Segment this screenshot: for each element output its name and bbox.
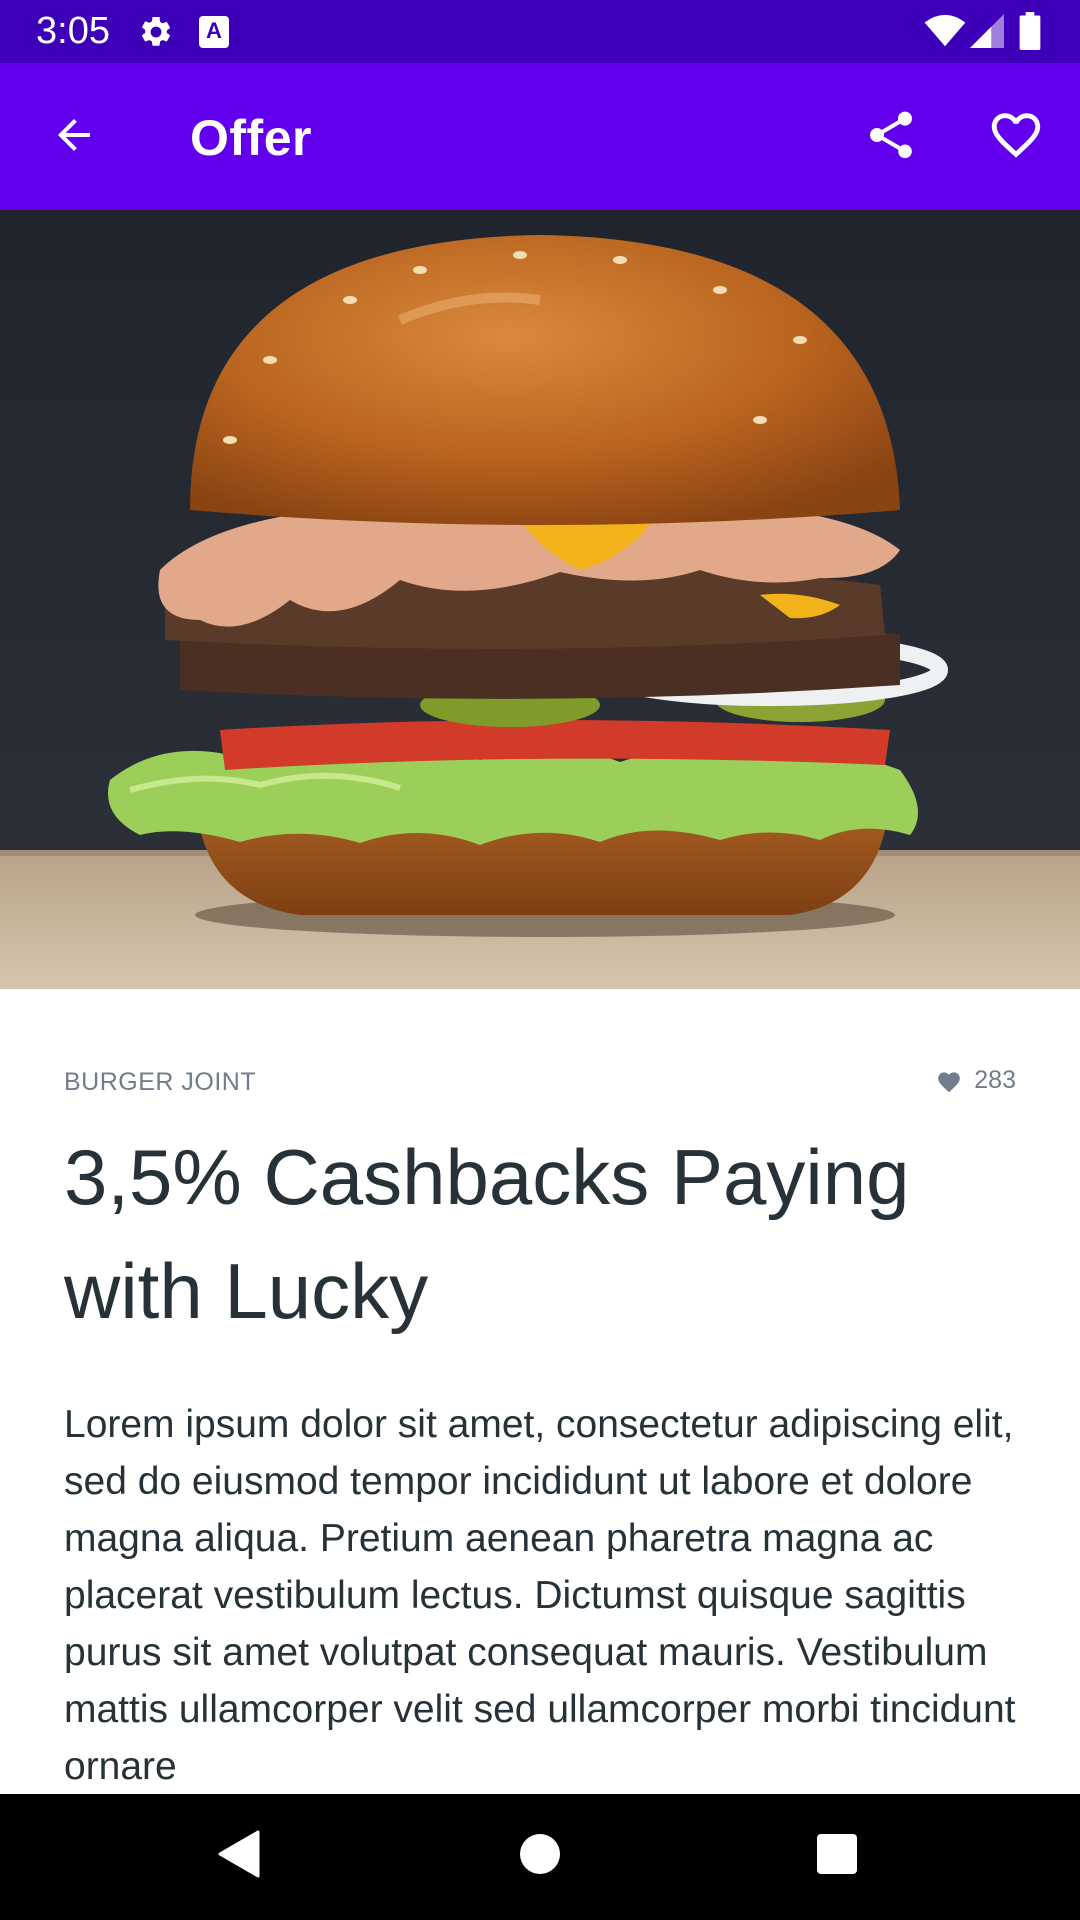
- battery-icon: [1019, 12, 1041, 50]
- share-icon: [870, 111, 912, 159]
- offer-title: 3,5% Cashbacks Paying with Lucky: [64, 1133, 910, 1335]
- favorite-button[interactable]: [983, 102, 1049, 168]
- offer-screen: 3:05 A Offer BURGER JOINT 283 3,5% Cashb…: [0, 0, 1080, 1920]
- offer-hero-image: [0, 210, 1080, 989]
- status-time: 3:05: [36, 10, 110, 52]
- back-button[interactable]: [42, 103, 106, 167]
- nav-recents-icon[interactable]: [817, 1834, 857, 1874]
- wifi-icon: [924, 14, 966, 47]
- accessibility-icon: A: [199, 16, 229, 48]
- offer-content: BURGER JOINT 283 3,5% Cashbacks Paying w…: [64, 1060, 1016, 1794]
- likes-value: 283: [974, 1066, 1016, 1094]
- merchant-label: BURGER JOINT: [64, 1068, 257, 1096]
- heart-filled-icon: [938, 1071, 961, 1092]
- gear-icon: [141, 16, 171, 46]
- offer-meta-row: BURGER JOINT 283: [64, 1060, 1016, 1100]
- nav-home-icon[interactable]: [520, 1834, 560, 1874]
- top-app-bar: Offer: [0, 63, 1080, 210]
- heart-outline-icon: [991, 113, 1041, 158]
- likes-count: 283: [936, 1066, 1016, 1095]
- signal-icon: [970, 14, 1004, 48]
- page-title: Offer: [190, 110, 312, 166]
- burger-photo: [0, 210, 1080, 989]
- arrow-back-icon: [58, 119, 90, 151]
- share-button[interactable]: [858, 102, 924, 168]
- nav-back-icon[interactable]: [218, 1830, 260, 1878]
- offer-description: Lorem ipsum dolor sit amet, consectetur …: [64, 1403, 1016, 1788]
- status-bar: 3:05 A: [0, 0, 1080, 63]
- system-nav-bar: [0, 1794, 1080, 1920]
